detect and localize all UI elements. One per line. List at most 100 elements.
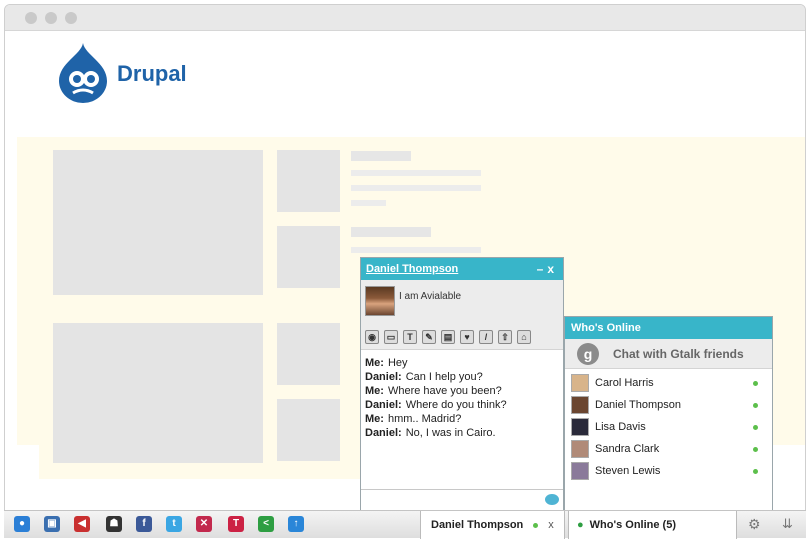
whiteboard-icon[interactable]: ✎ — [422, 330, 436, 344]
collapse-icon[interactable]: ⇊ — [782, 516, 793, 532]
placeholder-heading — [351, 151, 411, 161]
message-text: No, I was in Cairo. — [405, 427, 496, 439]
screen-share-icon[interactable]: ▣ — [44, 516, 60, 532]
placeholder-line — [351, 247, 481, 253]
friend-name: Lisa Davis — [595, 421, 646, 433]
message-text: Hey — [387, 357, 408, 369]
message-sender: Me: — [365, 413, 384, 425]
bottom-toolbar: Daniel Thompson x ● Who's Online (5) ⚙ ⇊… — [4, 510, 806, 539]
chat-tab[interactable]: Daniel Thompson x — [420, 511, 565, 539]
notes-icon[interactable]: ▤ — [441, 330, 455, 344]
chat-contact-name[interactable]: Daniel Thompson — [366, 263, 458, 275]
message-list: Me: Hey Daniel: Can I help you? Me: Where hav… — [361, 350, 563, 446]
browser-titlebar — [5, 5, 805, 31]
window-maximize-dot[interactable] — [65, 12, 77, 24]
placeholder-thumb — [277, 399, 340, 461]
placeholder-line — [351, 170, 481, 176]
chat-window: Daniel Thompson –x I am Avialable ◉ ▭ T ✎ ▤ ♥… — [360, 257, 564, 512]
share-icon[interactable]: < — [258, 516, 274, 532]
friend-list-item[interactable]: Daniel Thompson — [565, 394, 772, 416]
placeholder-heading — [351, 227, 431, 237]
message-text: Where do you think? — [405, 399, 507, 411]
pencil-icon[interactable]: / — [479, 330, 493, 344]
text-tool-icon[interactable]: T — [228, 516, 244, 532]
chat-header: Daniel Thompson –x — [361, 258, 563, 280]
avatar — [571, 418, 589, 436]
message-sender: Daniel: — [365, 371, 402, 383]
chat-toolbar: ◉ ▭ T ✎ ▤ ♥ / ⇧ ⌂ — [365, 330, 531, 344]
friend-list-item[interactable]: Sandra Clark — [565, 438, 772, 460]
speech-bubble-icon[interactable] — [545, 494, 559, 505]
placeholder-thumb — [277, 150, 340, 212]
whos-online-tab-label: Who's Online (5) — [589, 519, 676, 531]
twitter-icon[interactable]: t — [166, 516, 182, 532]
chat-message: Daniel: No, I was in Cairo. — [365, 426, 559, 440]
screen-icon[interactable]: ▭ — [384, 330, 398, 344]
gtalk-button[interactable]: g Chat with Gtalk friends — [565, 339, 772, 369]
friend-list-item[interactable]: Lisa Davis — [565, 416, 772, 438]
chat-message: Me: Hey — [365, 356, 559, 370]
webcam-icon[interactable]: ◉ — [365, 330, 379, 344]
chat-window-controls: –x — [537, 262, 558, 276]
settings-gear-icon[interactable]: ⚙ — [748, 516, 761, 533]
message-text: hmm.. Madrid? — [387, 413, 462, 425]
message-sender: Me: — [365, 385, 384, 397]
contact-status: I am Avialable — [399, 291, 462, 302]
avatar — [571, 462, 589, 480]
megaphone-icon[interactable]: ◀ — [74, 516, 90, 532]
chat-profile-area: I am Avialable ◉ ▭ T ✎ ▤ ♥ / ⇧ ⌂ — [361, 280, 563, 350]
placeholder-thumb — [277, 226, 340, 288]
placeholder-line — [351, 200, 386, 206]
avatar — [571, 440, 589, 458]
avatar[interactable] — [365, 286, 395, 316]
broom-icon[interactable]: ⌂ — [517, 330, 531, 344]
placeholder-line — [351, 185, 481, 191]
google-icon: g — [577, 342, 599, 365]
cards-icon[interactable]: ♥ — [460, 330, 474, 344]
online-status-icon — [753, 403, 758, 408]
message-input[interactable] — [361, 489, 563, 511]
facebook-icon[interactable]: f — [136, 516, 152, 532]
chat-tab-name: Daniel Thompson — [431, 519, 524, 531]
message-text: Where have you been? — [387, 385, 502, 397]
game-icon[interactable]: ☗ — [106, 516, 122, 532]
close-icon[interactable]: x — [547, 262, 558, 276]
online-status-icon — [533, 522, 539, 528]
online-status-icon — [753, 425, 758, 430]
avatar — [571, 374, 589, 392]
minimize-icon[interactable]: – — [537, 262, 548, 276]
window-minimize-dot[interactable] — [45, 12, 57, 24]
placeholder-image — [53, 150, 263, 295]
whos-online-title: Who's Online — [565, 317, 772, 339]
online-status-icon — [753, 381, 758, 386]
drupal-drop-icon — [59, 43, 107, 103]
placeholder-image — [53, 323, 263, 463]
friend-name: Daniel Thompson — [595, 399, 682, 411]
message-sender: Daniel: — [365, 427, 402, 439]
friend-list-item[interactable]: Steven Lewis — [565, 460, 772, 482]
gtalk-label: Chat with Gtalk friends — [613, 346, 744, 361]
globe-icon[interactable]: ● — [14, 516, 30, 532]
users-online-icon: ● — [577, 519, 584, 531]
online-status-icon — [753, 469, 758, 474]
message-sender: Daniel: — [365, 399, 402, 411]
friend-list: Carol Harris Daniel Thompson Lisa Davis San… — [565, 369, 772, 482]
upload-icon[interactable]: ⇧ — [498, 330, 512, 344]
whos-online-tab[interactable]: ● Who's Online (5) — [568, 511, 737, 539]
friend-name: Steven Lewis — [595, 465, 661, 477]
avatar — [571, 396, 589, 414]
drupal-logo[interactable]: Drupal — [55, 41, 215, 107]
flickr-icon[interactable]: ✕ — [196, 516, 212, 532]
friend-name: Sandra Clark — [595, 443, 660, 455]
text-icon[interactable]: T — [403, 330, 417, 344]
window-close-dot[interactable] — [25, 12, 37, 24]
chat-message: Me: hmm.. Madrid? — [365, 412, 559, 426]
chat-message: Daniel: Where do you think? — [365, 398, 559, 412]
upload-arrow-icon[interactable]: ↑ — [288, 516, 304, 532]
message-sender: Me: — [365, 357, 384, 369]
whos-online-panel: Who's Online g Chat with Gtalk friends C… — [564, 316, 773, 512]
friend-list-item[interactable]: Carol Harris — [565, 372, 772, 394]
brand-name: Drupal — [117, 61, 187, 86]
chat-message: Me: Where have you been? — [365, 384, 559, 398]
close-tab-icon[interactable]: x — [548, 519, 554, 531]
